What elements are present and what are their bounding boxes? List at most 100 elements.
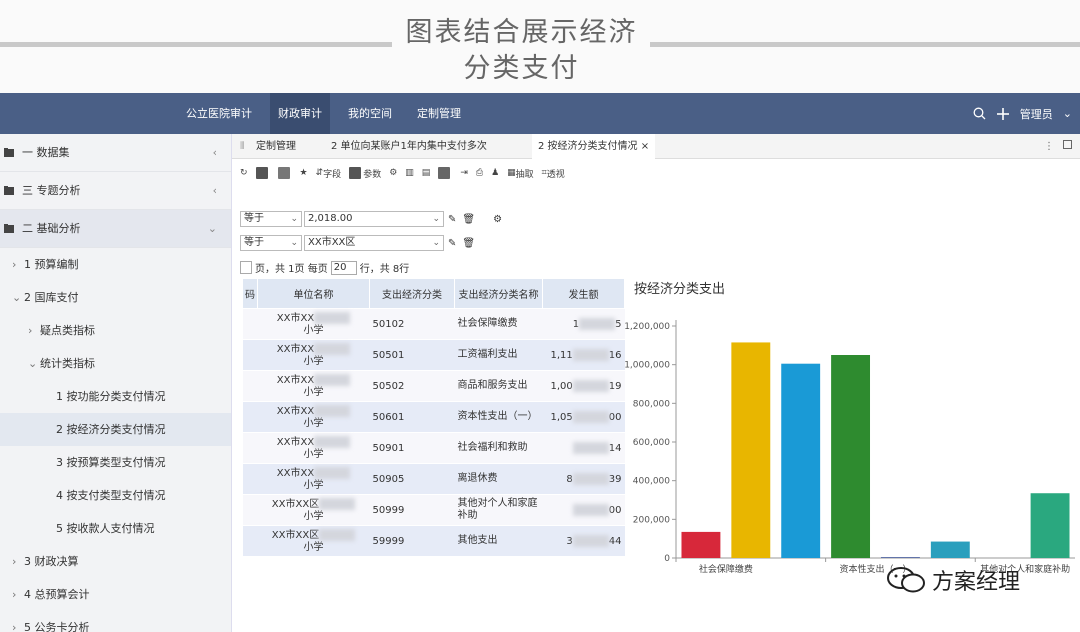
banner-title-line2: 分类支付 [463, 53, 580, 84]
sidebar-group-label: 二 基础分析 [22, 222, 81, 235]
col-econ-class[interactable]: 支出经济分类 [369, 278, 455, 309]
cell-code [242, 308, 258, 340]
tab-economic-payment[interactable]: 2 按经济分类支付情况 × [532, 134, 656, 159]
table-row[interactable]: XX市XX 小学 50502 商品和服务支出 1,00 19 [242, 370, 625, 402]
sidebar-group-dataset[interactable]: 一 数据集 ‹ [0, 134, 231, 172]
table-icon[interactable]: ▤ [422, 163, 431, 183]
window-icon[interactable] [1057, 134, 1078, 159]
sidebar-item-official-card[interactable]: › 5 公务卡分析 [0, 611, 231, 632]
sidebar-item-by-payment-type[interactable]: 4 按支付类型支付情况 [0, 479, 231, 512]
y-tick-label: 400,000 [633, 477, 670, 487]
nav-my-space[interactable]: 我的空间 [340, 93, 400, 134]
param-button[interactable]: 参数 [349, 163, 381, 183]
favorite-icon[interactable]: ★ [300, 163, 308, 183]
table-row[interactable]: XX市XX 小学 50601 资本性支出（一） 1,05 00 [242, 401, 625, 433]
per-page-input[interactable]: 20 [330, 260, 357, 275]
table-row[interactable]: XX市XX区 小学 50999 其他对个人和家庭补助 00 [242, 494, 625, 526]
trash-icon[interactable]: 🗑 [462, 238, 475, 249]
sidebar-item-stat-indicators[interactable]: ⌄ 统计类指标 [0, 347, 231, 380]
table-row[interactable]: XX市XX 小学 50905 离退休费 8 39 [242, 463, 625, 495]
sql-icon[interactable] [438, 163, 452, 183]
sidebar-item-suspect-indicators[interactable]: › 疑点类指标 [0, 314, 231, 347]
nav-finance-audit[interactable]: 财政审计 [270, 93, 330, 134]
cell-econ-class: 50905 [369, 463, 455, 495]
sidebar-item-by-function[interactable]: 1 按功能分类支付情况 [0, 380, 231, 413]
table-row[interactable]: XX市XX区 小学 59999 其他支出 3 44 [242, 525, 625, 557]
sidebar-group-basic-analysis[interactable]: 二 基础分析 ⌄ [0, 210, 231, 248]
operator-select[interactable]: 等于 ⌄ [240, 235, 302, 251]
redacted-mask [572, 442, 609, 454]
table-row[interactable]: XX市XX 小学 50901 社会福利和救助 14 [242, 432, 625, 464]
cell-econ-class: 59999 [369, 525, 455, 557]
nav-hospital-audit[interactable]: 公立医院审计 [178, 93, 260, 134]
filter-row-year: 等于 ⌄ 2,018.00 ⌄ ✎ 🗑 ⚙ [240, 210, 502, 228]
cell-code [242, 370, 258, 402]
print-icon[interactable]: ⎙ [476, 163, 483, 183]
bar-chart: 0 200,000 400,000 600,000 800,000 1,000,000 1,… [624, 320, 1075, 575]
sidebar-item-label: 3 按预算类型支付情况 [56, 456, 166, 469]
sidebar-item-label: 3 财政决算 [24, 555, 79, 568]
sidebar-item-label: 疑点类指标 [40, 324, 95, 337]
col-econ-class-name[interactable]: 支出经济分类名称 [454, 278, 543, 309]
filter-value: XX市XX区 [308, 237, 356, 248]
chevron-down-icon: ⌄ [12, 291, 22, 304]
pager-text: 页，共 1页 每页 [255, 264, 328, 275]
user-name[interactable]: 管理员 [1020, 106, 1053, 122]
value-select[interactable]: 2,018.00 ⌄ [304, 211, 444, 227]
user-filter-icon[interactable]: ♟ [491, 163, 499, 183]
cell-unit-name: XX市XX区 小学 [257, 494, 370, 526]
extract-button[interactable]: ▦ 抽取 [507, 163, 534, 183]
tab-custom-management[interactable]: 定制管理 [250, 134, 302, 159]
tab-label: 2 按经济分类支付情况 [538, 141, 638, 152]
redacted-mask [314, 466, 351, 479]
redacted-mask [572, 411, 609, 423]
chevron-down-icon[interactable]: ⌄ [1063, 107, 1072, 120]
sidebar-item-by-payee[interactable]: 5 按收款人支付情况 [0, 512, 231, 545]
value-select[interactable]: XX市XX区 ⌄ [304, 235, 444, 251]
page-number-input[interactable] [240, 261, 252, 274]
bar-chart-icon[interactable]: ▥ [405, 163, 414, 183]
unit-name-part: XX市XX区 [271, 498, 320, 510]
trash-icon[interactable]: 🗑 [462, 214, 475, 225]
param-label: 参数 [363, 169, 382, 180]
close-icon[interactable]: × [641, 141, 649, 152]
unit-name-part: XX市XX区 [271, 529, 320, 541]
cell-unit-name: XX市XX 小学 [257, 401, 370, 433]
refresh-icon[interactable]: ↻ [240, 163, 248, 183]
col-amount[interactable]: 发生额 [542, 278, 625, 309]
unit-name-part: XX市XX [276, 436, 315, 448]
chevron-down-icon: ⌄ [432, 214, 440, 224]
save-as-icon[interactable] [277, 163, 292, 183]
col-unit-name[interactable]: 单位名称 [257, 278, 370, 309]
tab-centralized-payment[interactable]: 2 单位向某账户1年内集中支付多次 [325, 134, 493, 159]
sidebar-item-treasury[interactable]: ⌄ 2 国库支付 [0, 281, 231, 314]
field-button[interactable]: ⇵ 字段 [316, 163, 342, 183]
gear-icon[interactable]: ⚙ [493, 214, 502, 225]
search-icon[interactable] [973, 107, 986, 120]
sidebar-item-by-economic[interactable]: 2 按经济分类支付情况 [0, 413, 231, 446]
chevron-left-icon: ‹ [212, 184, 217, 197]
edit-icon[interactable]: ✎ [448, 214, 456, 225]
sidebar-group-topic-analysis[interactable]: 三 专题分析 ‹ [0, 172, 231, 210]
cell-econ-class-name: 社会保障缴费 [454, 308, 543, 340]
sidebar-item-budget[interactable]: › 1 预算编制 [0, 248, 231, 281]
nav-custom-management[interactable]: 定制管理 [409, 93, 469, 134]
sidebar-item-final-accounts[interactable]: › 3 财政决算 [0, 545, 231, 578]
cell-econ-class-name: 离退休费 [454, 463, 543, 495]
tab-scroll-icon[interactable]: ⦀ [234, 134, 250, 159]
settings-icon[interactable]: ⚙ [389, 163, 397, 183]
export-icon[interactable]: ⇥ [460, 163, 468, 183]
col-code[interactable]: 码 [242, 278, 258, 309]
operator-select[interactable]: 等于 ⌄ [240, 211, 302, 227]
sidebar-item-by-budget-type[interactable]: 3 按预算类型支付情况 [0, 446, 231, 479]
save-icon[interactable] [255, 163, 270, 183]
cell-econ-class-name: 社会福利和救助 [454, 432, 543, 464]
edit-icon[interactable]: ✎ [448, 238, 456, 249]
table-row[interactable]: XX市XX 小学 50501 工资福利支出 1,11 16 [242, 339, 625, 371]
redacted-mask [572, 504, 609, 516]
plus-icon[interactable] [996, 107, 1010, 121]
cell-code [242, 339, 258, 371]
perspective-button[interactable]: ⌗ 透视 [542, 163, 565, 183]
table-row[interactable]: XX市XX 小学 50102 社会保障缴费 1 5 [242, 308, 625, 340]
sidebar-item-general-accounting[interactable]: › 4 总预算会计 [0, 578, 231, 611]
